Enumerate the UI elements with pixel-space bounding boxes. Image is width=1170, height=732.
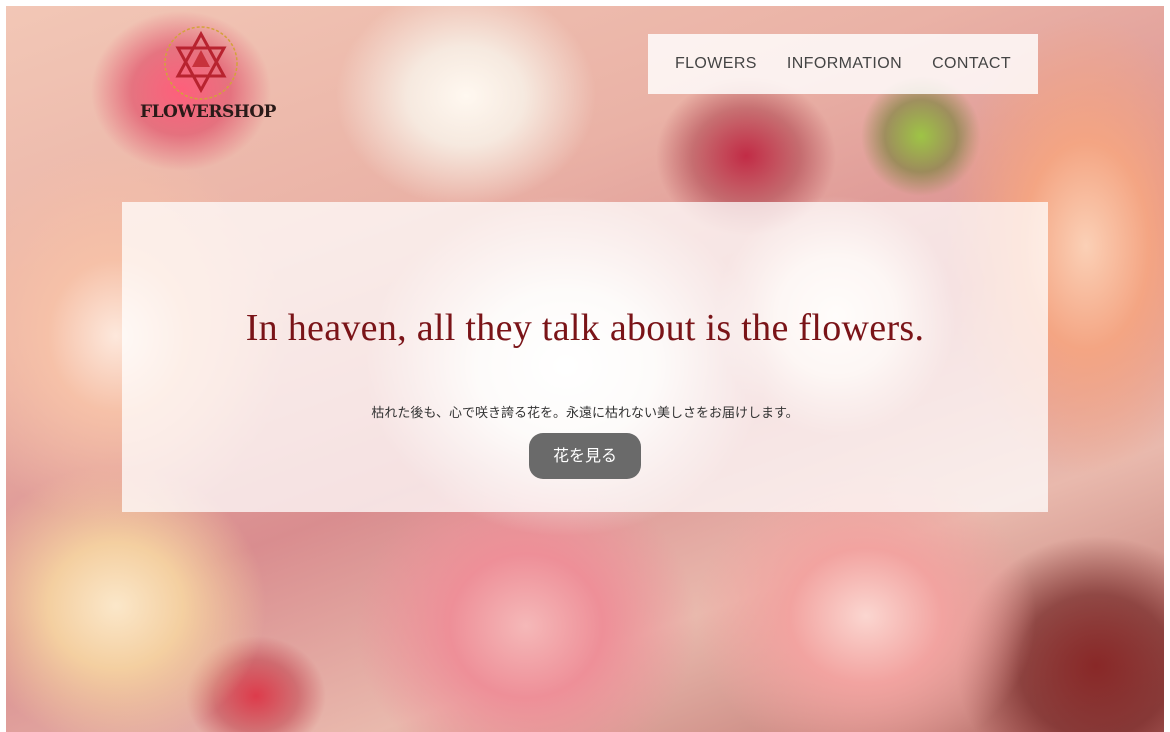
main-nav: FLOWERS INFORMATION CONTACT xyxy=(648,34,1038,94)
hero-subtitle: 枯れた後も、心で咲き誇る花を。永遠に枯れない美しさをお届けします。 xyxy=(371,406,799,421)
nav-item-contact[interactable]: CONTACT xyxy=(932,55,1011,73)
nav-item-information[interactable]: INFORMATION xyxy=(787,55,902,73)
brand-name: FLOWERSHOP xyxy=(140,102,276,122)
view-flowers-button[interactable]: 花を見る xyxy=(529,433,641,479)
hero-background: FLOWERSHOP FLOWERS INFORMATION CONTACT I… xyxy=(6,6,1164,732)
site-logo[interactable]: FLOWERSHOP xyxy=(138,20,276,130)
hero-title: In heaven, all they talk about is the fl… xyxy=(245,307,925,349)
hero-panel: In heaven, all they talk about is the fl… xyxy=(122,202,1048,512)
star-of-david-flower-icon xyxy=(164,26,238,100)
nav-item-flowers[interactable]: FLOWERS xyxy=(675,55,757,73)
